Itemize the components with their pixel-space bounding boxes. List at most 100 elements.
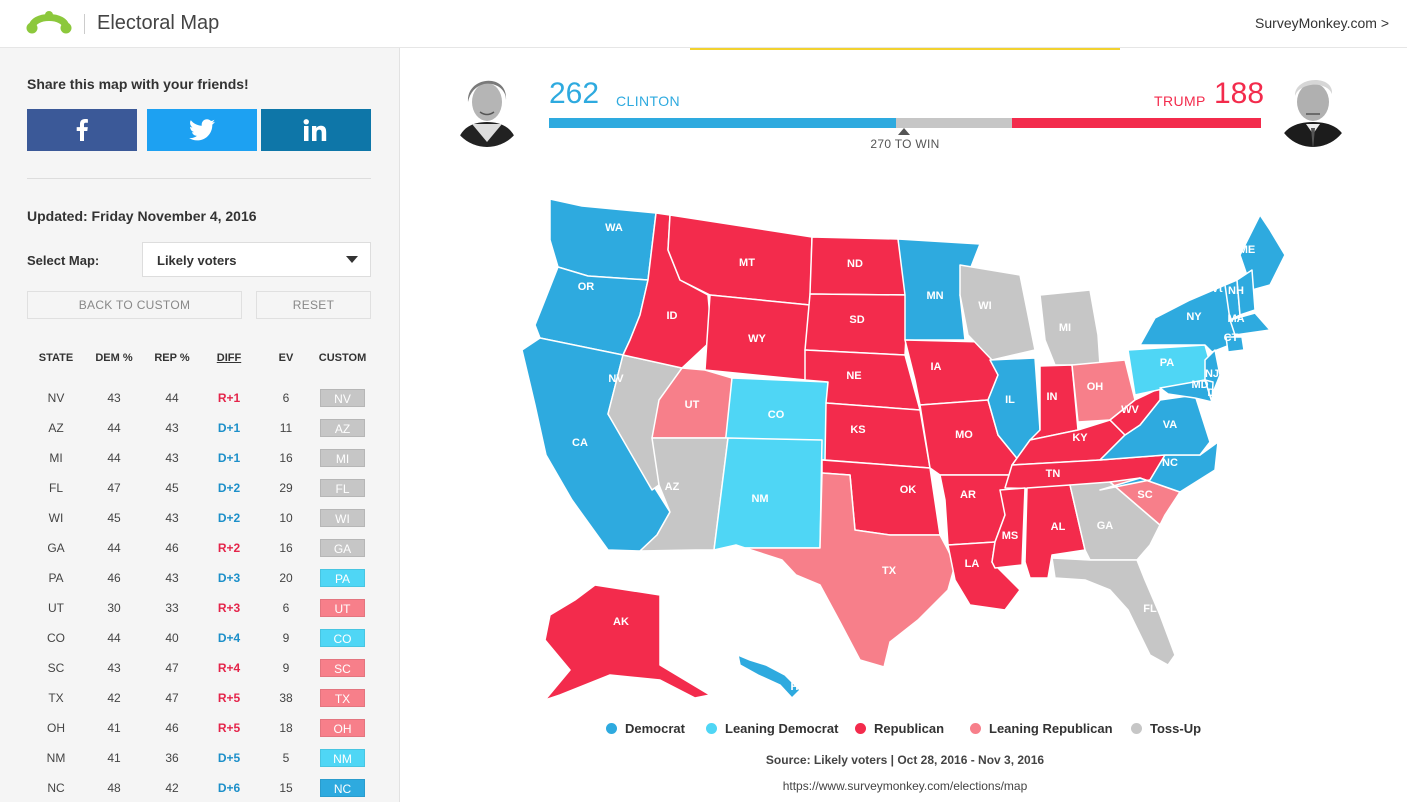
state-label-nv: NV [608, 373, 624, 385]
back-to-custom-button[interactable]: BACK TO CUSTOM [27, 291, 242, 319]
state-label-al: AL [1051, 521, 1066, 533]
legend-item[interactable]: Leaning Democrat [706, 721, 838, 736]
custom-cell: NC [320, 773, 365, 802]
custom-cell: TX [320, 683, 365, 713]
column-header-custom: CUSTOM [318, 352, 367, 364]
state-label-oh: OH [1087, 381, 1104, 393]
custom-toggle-chip[interactable]: SC [320, 659, 365, 677]
state-ks[interactable] [824, 402, 931, 469]
rep-pct-cell: 43 [165, 571, 179, 585]
legend-item[interactable]: Republican [855, 721, 944, 736]
legend-item[interactable]: Democrat [606, 721, 685, 736]
map-select-value: Likely voters [157, 253, 237, 268]
table-row: OH 41 46 R+5 18 OH [0, 713, 399, 743]
legend-dot-icon [855, 723, 866, 734]
legend-dot-icon [606, 723, 617, 734]
state-label-ct: CT [1224, 332, 1239, 344]
sidebar: Share this map with your friends! Update… [0, 48, 400, 802]
custom-toggle-chip[interactable]: UT [320, 599, 365, 617]
state-cell: AZ [48, 421, 64, 435]
rep-pct-cell: 36 [165, 751, 179, 765]
custom-toggle-chip[interactable]: NM [320, 749, 365, 767]
state-label-tn: TN [1046, 468, 1061, 480]
surveymonkey-link[interactable]: SurveyMonkey.com > [1255, 15, 1389, 31]
state-ak[interactable] [544, 584, 711, 701]
header-divider [84, 14, 85, 34]
ev-cell: 10 [279, 511, 293, 525]
custom-toggle-chip[interactable]: TX [320, 689, 365, 707]
twitter-share-button[interactable] [147, 109, 257, 151]
trump-name: TRUMP [1154, 93, 1206, 109]
custom-toggle-chip[interactable]: PA [320, 569, 365, 587]
custom-toggle-chip[interactable]: WI [320, 509, 365, 527]
clinton-ev-bar [549, 118, 896, 128]
table-row: NM 41 36 D+5 5 NM [0, 743, 399, 773]
column-header-diff[interactable]: DIFF [208, 352, 250, 366]
facebook-share-button[interactable] [27, 109, 137, 151]
share-title: Share this map with your friends! [27, 76, 249, 92]
column-header-ev[interactable]: EV [268, 352, 304, 366]
custom-toggle-chip[interactable]: MI [320, 449, 365, 467]
state-label-nd: ND [847, 258, 863, 270]
state-label-ms: MS [1002, 530, 1019, 542]
surveymonkey-logo-icon[interactable] [26, 6, 72, 36]
state-label-ne: NE [846, 370, 861, 382]
dem-pct-cell: 41 [107, 751, 121, 765]
dem-pct-cell: 42 [107, 691, 121, 705]
table-row: NC 48 42 D+6 15 NC [0, 773, 399, 802]
legend-item[interactable]: Toss-Up [1131, 721, 1201, 736]
custom-toggle-chip[interactable]: NC [320, 779, 365, 797]
column-header-dem[interactable]: DEM % [94, 352, 134, 366]
state-label-md: MD [1191, 379, 1208, 391]
diff-cell: D+2 [217, 481, 241, 495]
rep-pct-cell: 44 [165, 391, 179, 405]
ev-cell: 29 [279, 481, 293, 495]
custom-cell: GA [320, 533, 365, 563]
column-header-state[interactable]: STATE [36, 352, 76, 366]
custom-toggle-chip[interactable]: AZ [320, 419, 365, 437]
ev-cell: 6 [282, 601, 290, 615]
custom-toggle-chip[interactable]: GA [320, 539, 365, 557]
trump-avatar [1276, 73, 1350, 147]
diff-cell: D+1 [217, 451, 241, 465]
diff-cell: D+2 [217, 511, 241, 525]
sidebar-divider [27, 178, 371, 179]
state-label-wa: WA [605, 222, 623, 234]
state-label-fl: FL [1143, 603, 1157, 615]
table-row: NV 43 44 R+1 6 NV [0, 383, 399, 413]
state-wa[interactable] [549, 198, 657, 281]
diff-cell: D+4 [217, 631, 241, 645]
legend-item[interactable]: Leaning Republican [970, 721, 1113, 736]
diff-cell: R+5 [217, 721, 241, 735]
column-header-rep[interactable]: REP % [152, 352, 192, 366]
rep-pct-cell: 43 [165, 511, 179, 525]
custom-toggle-chip[interactable]: FL [320, 479, 365, 497]
state-label-me: ME [1239, 244, 1256, 256]
state-cell: NC [47, 781, 65, 795]
dem-pct-cell: 47 [107, 481, 121, 495]
source-url-link[interactable]: https://www.surveymonkey.com/elections/m… [705, 779, 1105, 793]
custom-cell: WI [320, 503, 365, 533]
state-label-ak: AK [613, 616, 629, 628]
us-electoral-map: WA OR CA NV ID MT WY UT CO AZ NM ND SD NE KS OK TX MN IA MO… [521, 198, 1286, 701]
custom-cell: MI [320, 443, 365, 473]
custom-cell: FL [320, 473, 365, 503]
dem-pct-cell: 30 [107, 601, 121, 615]
state-label-la: LA [965, 558, 980, 570]
dem-pct-cell: 44 [107, 451, 121, 465]
map-select-dropdown[interactable]: Likely voters [142, 242, 371, 277]
rep-pct-cell: 40 [165, 631, 179, 645]
dem-pct-cell: 44 [107, 631, 121, 645]
custom-toggle-chip[interactable]: CO [320, 629, 365, 647]
reset-button[interactable]: RESET [256, 291, 371, 319]
legend-dot-icon [706, 723, 717, 734]
custom-toggle-chip[interactable]: OH [320, 719, 365, 737]
state-cell: PA [48, 571, 64, 585]
state-cell: TX [48, 691, 64, 705]
rep-pct-cell: 47 [165, 661, 179, 675]
custom-toggle-chip[interactable]: NV [320, 389, 365, 407]
ev-cell: 16 [279, 451, 293, 465]
legend-label: Toss-Up [1150, 721, 1202, 736]
linkedin-share-button[interactable] [261, 109, 371, 151]
state-label-nh: NH [1228, 285, 1244, 297]
